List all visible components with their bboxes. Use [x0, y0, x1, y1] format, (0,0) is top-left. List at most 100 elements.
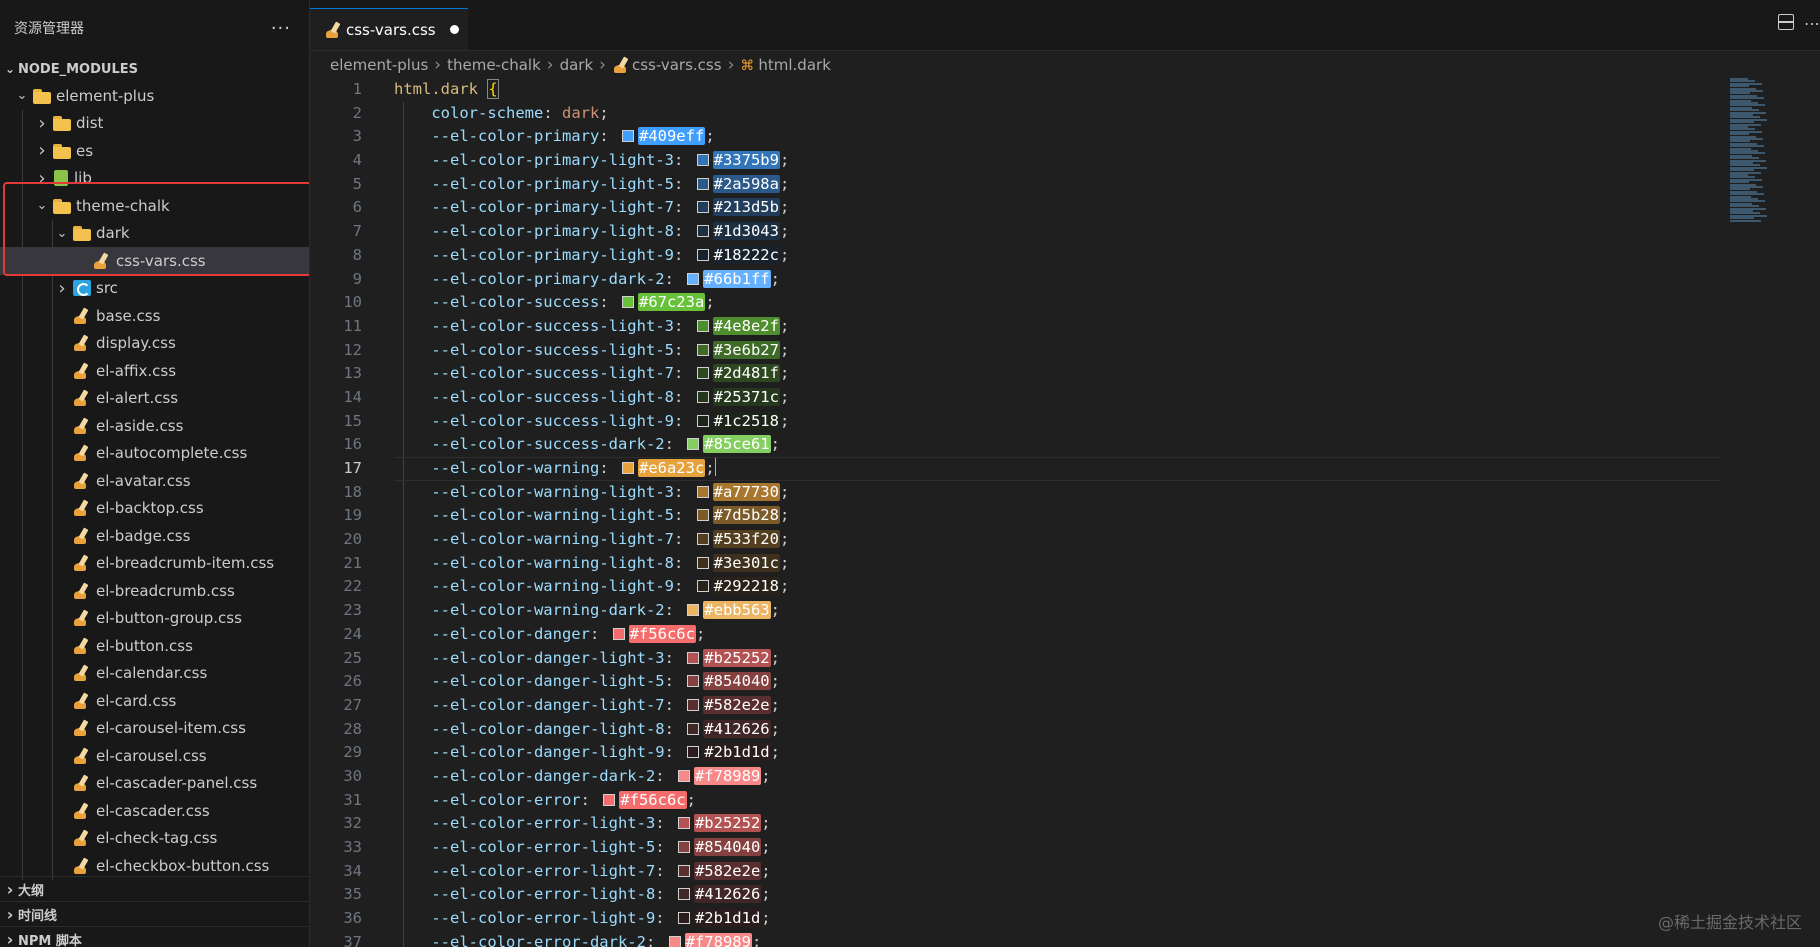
color-swatch[interactable] — [687, 722, 700, 735]
color-swatch[interactable] — [677, 888, 690, 901]
breadcrumb-item[interactable]: element-plus — [330, 56, 428, 74]
color-value: #2b1d1d — [703, 743, 771, 762]
color-swatch[interactable] — [696, 367, 709, 380]
tree-item[interactable]: el-check-tag.css — [0, 824, 309, 852]
tree-item[interactable]: › lib — [0, 164, 309, 192]
minimap[interactable] — [1720, 78, 1820, 268]
indent-guide — [22, 329, 23, 357]
color-swatch[interactable] — [621, 296, 634, 309]
breadcrumb-item[interactable]: theme-chalk — [447, 56, 541, 74]
color-swatch[interactable] — [696, 248, 709, 261]
split-editor-icon[interactable] — [1778, 14, 1794, 30]
tree-item[interactable]: el-button.css — [0, 632, 309, 660]
css-variable-name: --el-color-error-light-7 — [431, 861, 656, 880]
color-value: #a77730 — [712, 482, 780, 501]
sidebar-section[interactable]: › 时间线 — [0, 901, 309, 926]
css-file-icon — [72, 693, 92, 709]
colon: : — [589, 624, 609, 643]
color-swatch[interactable] — [696, 343, 709, 356]
tree-item[interactable]: el-carousel-item.css — [0, 714, 309, 742]
color-swatch[interactable] — [687, 438, 700, 451]
color-swatch[interactable] — [677, 841, 690, 853]
tree-item[interactable]: › dist — [0, 109, 309, 137]
color-swatch[interactable] — [696, 225, 709, 238]
color-swatch[interactable] — [696, 201, 709, 214]
tree-item[interactable]: display.css — [0, 329, 309, 357]
line-number: 34 — [343, 861, 362, 880]
color-swatch[interactable] — [696, 414, 709, 427]
tree-item[interactable]: el-button-group.css — [0, 604, 309, 632]
color-swatch[interactable] — [677, 817, 690, 830]
breadcrumb-item[interactable]: ⌘ html.dark — [740, 56, 831, 74]
tree-item[interactable]: el-breadcrumb-item.css — [0, 549, 309, 577]
color-swatch[interactable] — [696, 533, 709, 546]
more-actions-icon[interactable]: ··· — [271, 18, 291, 39]
chevron-down-icon[interactable]: ⌄ — [54, 226, 70, 241]
tree-item[interactable]: el-autocomplete.css — [0, 439, 309, 467]
color-swatch[interactable] — [687, 698, 700, 711]
tree-item[interactable]: css-vars.css — [0, 247, 309, 275]
css-variable-name: --el-color-warning-light-7 — [431, 530, 674, 549]
tree-item[interactable]: el-card.css — [0, 687, 309, 715]
tree-item[interactable]: base.css — [0, 302, 309, 330]
color-swatch[interactable] — [696, 390, 709, 403]
color-swatch[interactable] — [696, 319, 709, 332]
tree-item[interactable]: el-carousel.css — [0, 742, 309, 770]
color-swatch[interactable] — [603, 793, 616, 806]
color-swatch[interactable] — [668, 935, 681, 947]
chevron-right-icon[interactable]: › — [34, 168, 50, 189]
sidebar-section[interactable]: › 大纲 — [0, 876, 309, 901]
color-swatch[interactable] — [687, 746, 700, 759]
line-content: --el-color-warning-light-9: #292218; — [394, 575, 789, 599]
tree-item[interactable]: el-badge.css — [0, 522, 309, 550]
color-swatch[interactable] — [677, 912, 690, 925]
color-swatch[interactable] — [696, 509, 709, 522]
tree-item[interactable]: el-backtop.css — [0, 494, 309, 522]
tree-item[interactable]: ⌄ element-plus — [0, 82, 309, 110]
tree-item[interactable]: ⌄ dark — [0, 219, 309, 247]
color-swatch[interactable] — [687, 604, 700, 617]
unsaved-dot-icon[interactable] — [449, 25, 459, 34]
color-swatch[interactable] — [621, 130, 634, 143]
chevron-right-icon[interactable]: › — [34, 113, 50, 134]
tree-item[interactable]: el-calendar.css — [0, 659, 309, 687]
tree-item[interactable]: el-breadcrumb.css — [0, 577, 309, 605]
breadcrumb-item[interactable]: dark — [560, 56, 594, 74]
color-swatch[interactable] — [696, 556, 709, 569]
color-swatch[interactable] — [696, 580, 709, 593]
color-swatch[interactable] — [696, 485, 709, 498]
chevron-right-icon[interactable]: › — [54, 278, 70, 299]
color-swatch[interactable] — [696, 177, 709, 190]
tree-item[interactable]: el-alert.css — [0, 384, 309, 412]
tab-css-vars[interactable]: css-vars.css — [310, 8, 468, 50]
color-swatch[interactable] — [687, 272, 700, 285]
line-number: 1 — [352, 80, 362, 98]
color-swatch[interactable] — [687, 675, 700, 688]
tree-item[interactable]: el-cascader.css — [0, 797, 309, 825]
chevron-right-icon[interactable]: › — [34, 140, 50, 161]
tree-item[interactable]: el-affix.css — [0, 357, 309, 385]
tree-item-label: el-backtop.css — [96, 499, 204, 518]
code-line: 18 --el-color-warning-light-3: #a77730; — [310, 480, 1720, 505]
color-swatch[interactable] — [612, 627, 625, 640]
section-node-modules[interactable]: ⌄ NODE_MODULES — [0, 56, 309, 82]
color-swatch[interactable] — [621, 462, 634, 474]
chevron-down-icon[interactable]: ⌄ — [34, 198, 50, 213]
breadcrumb-item[interactable]: css-vars.css — [612, 56, 722, 74]
code-editor[interactable]: 1 html.dark {2 color-scheme: dark; 3 --el-… — [310, 78, 1720, 947]
color-swatch[interactable] — [677, 769, 690, 782]
tree-item[interactable]: ⌄ theme-chalk — [0, 192, 309, 220]
tree-item[interactable]: el-avatar.css — [0, 467, 309, 495]
more-actions-icon[interactable]: ⋯ — [1804, 14, 1820, 33]
tree-item[interactable]: › es — [0, 137, 309, 165]
chevron-down-icon[interactable]: ⌄ — [14, 88, 30, 103]
tree-item[interactable]: el-aside.css — [0, 412, 309, 440]
color-swatch[interactable] — [687, 651, 700, 664]
color-swatch[interactable] — [677, 864, 690, 877]
tree-item[interactable]: › src — [0, 274, 309, 302]
open-brace: { — [487, 79, 499, 99]
tree-item[interactable]: el-cascader-panel.css — [0, 769, 309, 797]
color-swatch[interactable] — [696, 154, 709, 167]
sidebar-section[interactable]: › NPM 脚本 — [0, 926, 309, 947]
